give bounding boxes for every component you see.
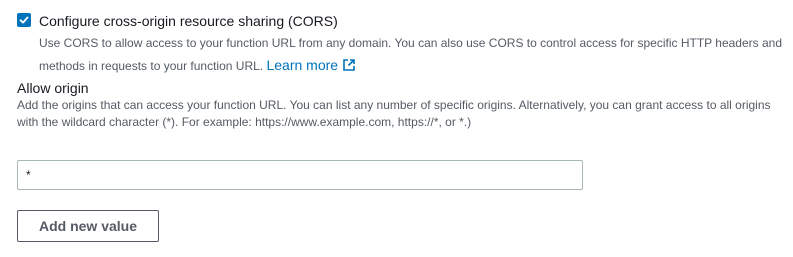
- allow-origin-title: Allow origin: [17, 80, 89, 96]
- external-link-icon[interactable]: [342, 58, 356, 72]
- learn-more-link[interactable]: Learn more: [266, 57, 356, 73]
- checkmark-icon: [19, 16, 29, 24]
- cors-checkbox-row: Configure cross-origin resource sharing …: [17, 12, 787, 77]
- learn-more-label[interactable]: Learn more: [266, 57, 338, 73]
- add-new-value-button[interactable]: Add new value: [17, 210, 159, 242]
- cors-text-block: Configure cross-origin resource sharing …: [39, 12, 787, 77]
- cors-settings-panel: Configure cross-origin resource sharing …: [0, 0, 793, 257]
- allow-origin-description: Add the origins that can access your fun…: [17, 98, 771, 129]
- cors-description: Use CORS to allow access to your functio…: [39, 32, 787, 77]
- cors-description-text: Use CORS to allow access to your functio…: [39, 36, 783, 73]
- cors-checkbox[interactable]: [17, 13, 31, 27]
- allow-origin-input[interactable]: [17, 160, 583, 190]
- cors-checkbox-label[interactable]: Configure cross-origin resource sharing …: [39, 12, 787, 30]
